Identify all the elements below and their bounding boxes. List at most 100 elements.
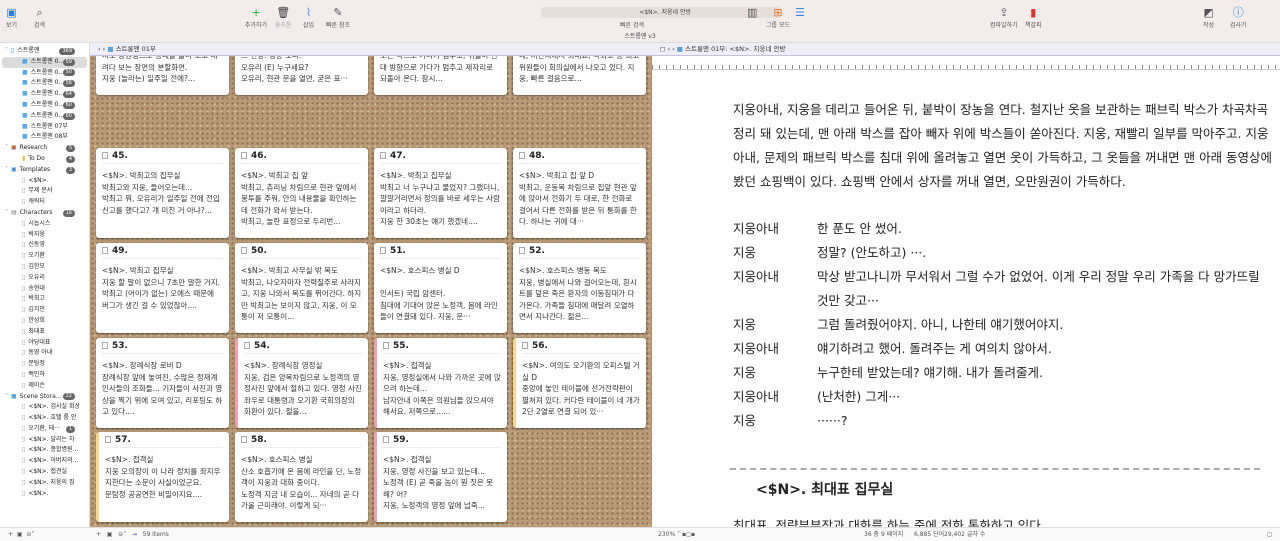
dialogue-line[interactable]: 지웅 누구한테 받았는데? 얘기해. 내가 돌려줄게. [733,361,1267,385]
index-card[interactable]: 51. <$N>. 호스피스 병실 D 인서트) 국립 암센터. 침대에 기대어 … [374,243,507,333]
binder-item[interactable]: ■ 스트롱맨 08부 [2,132,87,143]
binder-item-label: 무제 문서 [28,187,53,195]
binder-item[interactable]: ▯ <$N>. 검사실 회상 [2,402,87,413]
binder-item[interactable]: ▯ <$N>. 지웅의 집 [2,478,87,489]
binder-item[interactable]: ■ 스트롱맨 0... 60 [2,100,87,111]
settings-icon[interactable]: ⊝˅ [118,531,132,538]
index-card[interactable]: 44.<$N>. 국회 회의실 밖 복도 지웅이 전화를 하면서 바쁘게 걸어가… [513,56,646,95]
binder-item[interactable]: ▯ <$N>. 접견실 [2,467,87,478]
binder-item[interactable]: ˅ ▣ Research 5 [2,143,87,154]
binder-sidebar: ˅ ▯ 스트롱맨 369 ■ 스트롱맨 0... 59 ■ 스트롱맨 0... 50 ■ 스트롱맨 0… [0,43,90,527]
dialogue-line[interactable]: 지웅아내 한 푼도 안 썼어. [733,217,1267,241]
binder-item[interactable]: ▯ 캐릭터 [2,197,87,208]
binder-item-label: To Do [28,154,45,162]
dialogue-line[interactable]: 지웅 그럼 돌려줬어야지. 아니, 나한테 얘기했어야지. [733,313,1267,337]
index-card[interactable]: 43.<$N>. 주상복합 아파트 앞 현관에서 나온 지웅, 황망한 상황에서… [374,56,507,95]
index-card[interactable]: 54. <$N>. 장례식장 영정실 지웅, 검은 양복차림으로 노정객의 영정사… [235,338,368,428]
binder-item[interactable]: ▯ 한성희 [2,316,87,327]
binder-item[interactable]: ▯ 김치민 [2,305,87,316]
binder-item[interactable]: ▯ <$N>. [2,176,87,187]
binder-item[interactable]: ■ 스트롱맨 0... 59 [2,56,87,68]
dialogue-line[interactable]: 지웅아내 얘기하려고 했어. 돌려주는 게 여의치 않아서. [733,337,1267,361]
binder-item[interactable]: ▯ 야당대표 [2,338,87,349]
index-card[interactable]: 53. <$N>. 장례식장 로비 D 장례식장 앞에 놓여진, 수많은 정재계 … [96,338,229,428]
dialogue-line[interactable]: 지웅아내 막상 받고나니까 무서워서 그럴 수가 없었어. 이게 우리 정말 우리… [733,265,1267,313]
binder-item[interactable]: ▯ 신동영 [2,240,87,251]
binder-item[interactable]: ■ 스트롱맨 0... 56 [2,78,87,89]
action-paragraph[interactable]: 지웅아내, 지웅을 데리고 들어온 뒤, 붙박이 장농을 연다. 철지난 옷을 … [733,98,1273,194]
binder-item[interactable]: ▯ 백인하 [2,370,87,381]
binder-item[interactable]: ▯ 오기환, 태··· 1 [2,424,87,435]
binder-item[interactable]: ▯ <$N>. 호텔 룸 안 [2,413,87,424]
index-card[interactable]: 57. <$N>. 접객실 지웅 오의장이 이 나라 정치를 좌지우지한다는 소문… [96,432,229,522]
binder-item[interactable]: ˅ ▤ Characters 16 [2,208,87,219]
binder-item[interactable]: ▯ 오유리 [2,273,87,284]
back-icon[interactable]: ‹ › [98,45,107,53]
quickref-button[interactable]: ✎ 빠른 참조 [326,6,350,29]
bookmark-button[interactable]: ▮ 책갈피 [1025,6,1042,29]
binder-item[interactable]: ▯ 시놉시스 [2,219,87,230]
index-card[interactable]: 47. <$N>. 박최고 집무실 박최고 너 누구냐고 물었지? 그랬더니, 깔… [374,148,507,238]
binder-item[interactable]: ■ 스트롱맨 0... 60 [2,111,87,122]
document-icon [244,342,250,349]
index-card[interactable]: 42.<$N>. 오유리 아파트 안 인서트) 오유리의 고층 주상복합 아파트… [235,56,368,95]
compile-button[interactable]: ⇪ 컴파일하기 [990,6,1018,29]
compose-button[interactable]: ◩ 작성 [1203,6,1214,29]
binder-item[interactable]: ▮ To Do 4 [2,154,87,165]
binder-item[interactable]: ▯ 제이슨 [2,381,87,392]
index-card[interactable]: 49. <$N>. 박최고 집무실 지웅 할 말이 없으니 7초만 말한 거지. … [96,243,229,333]
add-button[interactable]: + 추가하기 [245,6,267,29]
back-icon[interactable]: ◻ ‹ › [660,45,677,53]
view-button[interactable]: ▣ 보기 [6,6,17,29]
index-card[interactable]: 46. <$N>. 박최고 집 앞 박최고, 츄리닝 차림으로 현관 앞에서 봉투… [235,148,368,238]
index-card[interactable]: 41.<$N>. 지웅의 개인 집무실 + 동영의 집무실 서로 망원경으로 상… [96,56,229,95]
corkboard-mode-button[interactable]: ▥ [747,6,757,20]
binder-item[interactable]: ▯ <$N>. 아버지의... [2,456,87,467]
outline-mode-button[interactable]: ☰ [795,6,805,20]
group-mode-button[interactable]: ⊞ 그룹 모드 [766,6,790,29]
binder-item[interactable]: ▯ 김한모 [2,262,87,273]
binder-item[interactable]: ˅ ▣ Templates 3 [2,165,87,176]
target-icon[interactable]: ◻ [1267,528,1272,541]
binder-item[interactable]: ˅ ■ Scene Stora... 22 [2,392,87,403]
add-icon[interactable]: + [96,531,107,538]
binder-item[interactable]: ▯ <$N>. 달리는 차 [2,435,87,446]
add-icon[interactable]: + [8,531,17,538]
binder-item[interactable]: ▯ 최대표 [2,327,87,338]
label-view-icon[interactable]: ⇥ [132,531,143,538]
binder-item[interactable]: ▯ <$N>. 종합병원... [2,445,87,456]
binder-item[interactable]: ▯ 오기환 [2,251,87,262]
index-card[interactable]: 58. <$N>. 호스피스 병실 산소 호흡기에 온 몸에 라인을 단, 노정객… [235,432,368,522]
zoom-select[interactable]: 230% [658,531,675,538]
insert-button[interactable]: ⌇ 삽입 [303,6,314,29]
index-card[interactable]: 56. <$N>. 여의도 오기환의 오피스텔 거실 D 중앙에 놓인 테이블에 … [513,338,646,428]
index-card[interactable]: 50. <$N>. 박최고 사무실 밖 복도 박최고, 나오자마자 전력질주로 사… [235,243,368,333]
index-card[interactable]: 48. <$N>. 박최고 집 앞 D 박최고, 운동복 차림으로 집앞 현관 앞… [513,148,646,238]
binder-item[interactable]: ▯ 송현대 [2,284,87,295]
binder-item[interactable]: ■ 스트롱맨 0... 50 [2,68,87,79]
binder-item[interactable]: ▯ 동영 아내 [2,348,87,359]
add-folder-icon[interactable]: ▣ [17,531,26,538]
binder-item[interactable]: ▯ <$N>. [2,489,87,500]
binder-item[interactable]: ▯ 박지웅 [2,230,87,241]
binder-item[interactable]: ▯ 무제 문서 [2,186,87,197]
dialogue-line[interactable]: 지웅 ······? [733,409,1267,433]
settings-icon[interactable]: ⊝˅ [26,531,34,538]
index-card[interactable]: 55. <$N>. 접객실 지웅, 영정실에서 나와 가까운 곳에 앉으려 하는데… [374,338,507,428]
index-card[interactable]: 52. <$N>. 호스피스 병동 복도 지웅, 병실에서 나와 걸어오는데, 흰… [513,243,646,333]
dialogue-line[interactable]: 지웅 정말? (안도하고) ···. [733,241,1267,265]
trash-button[interactable]: 🗑 휴지통 [275,6,292,29]
quick-search-field[interactable]: <$N>. 지웅네 안방 [541,7,781,18]
ruler[interactable] [652,56,1280,70]
binder-item[interactable]: ▯ 박최고 [2,294,87,305]
index-card[interactable]: 45. <$N>. 박최고의 집무실 박최고와 지웅, 들어오는데... 박최고 … [96,148,229,238]
index-card[interactable]: 59. <$N>. 접객실 지웅, 영정 사진을 보고 있는데... 노정객 (E… [374,432,507,522]
binder-item[interactable]: ■ 스트롱맨 0... 64 [2,89,87,100]
dialogue-line[interactable]: 지웅아내 (난처한) 그게··· [733,385,1267,409]
binder-item[interactable]: ˅ ▯ 스트롱맨 369 [2,46,87,57]
binder-item[interactable]: ■ 스트롱맨 07부 [2,122,87,133]
binder-item[interactable]: ▯ 문탐정 [2,359,87,370]
inspector-button[interactable]: ⓘ 검사기 [1230,6,1247,29]
search-button[interactable]: ⌕ 검색 [34,6,45,29]
add-folder-icon[interactable]: ▣ [107,531,118,538]
